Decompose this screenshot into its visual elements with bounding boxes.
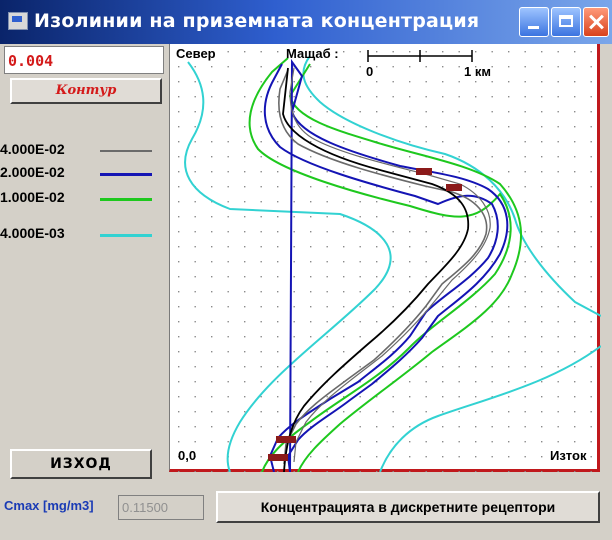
cmax-field: 0.11500 bbox=[118, 495, 204, 520]
legend-item: 2.000E-02 bbox=[0, 164, 160, 184]
close-button[interactable] bbox=[583, 7, 609, 37]
legend-line-swatch bbox=[100, 234, 152, 237]
legend-label: 2.000E-02 bbox=[0, 164, 65, 180]
cmax-label: Cmax [mg/m3] bbox=[4, 498, 94, 513]
maximize-button[interactable] bbox=[551, 7, 581, 37]
grid-dots bbox=[170, 44, 601, 472]
origin-label: 0,0 bbox=[178, 448, 197, 463]
source-marker bbox=[276, 436, 296, 443]
scale-label: Мащаб : bbox=[286, 46, 339, 61]
legend-label: 1.000E-02 bbox=[0, 189, 65, 205]
east-label: Изток bbox=[550, 448, 587, 463]
app-icon bbox=[8, 12, 28, 30]
legend-item: 4.000E-03 bbox=[0, 225, 160, 245]
window-title: Изолинии на приземната концентрация bbox=[34, 10, 480, 32]
contour-plot-canvas bbox=[170, 44, 601, 472]
receptors-button[interactable]: Концентрацията в дискретните рецептори bbox=[216, 491, 600, 523]
concentration-window: Изолинии на приземната концентрация 0.00… bbox=[0, 0, 612, 540]
legend-label: 4.000E-02 bbox=[0, 141, 65, 157]
scale-zero-label: 0 bbox=[366, 64, 374, 79]
source-marker bbox=[268, 454, 288, 461]
legend-line-swatch bbox=[100, 198, 152, 201]
legend-item: 1.000E-02 bbox=[0, 189, 160, 209]
legend-line-swatch bbox=[100, 150, 152, 152]
title-bar[interactable]: Изолинии на приземната концентрация bbox=[0, 0, 612, 44]
source-marker bbox=[446, 184, 462, 191]
legend-line-swatch bbox=[100, 173, 152, 176]
source-marker bbox=[416, 168, 432, 175]
scale-one-km-label: 1 км bbox=[464, 64, 491, 79]
exit-button[interactable]: ИЗХОД bbox=[10, 449, 152, 479]
contour-plot[interactable]: Север Мащаб : 0 1 км 0,0 Изток bbox=[169, 44, 601, 472]
legend-label: 4.000E-03 bbox=[0, 225, 65, 241]
north-label: Север bbox=[176, 46, 216, 61]
minimize-button[interactable] bbox=[519, 7, 549, 37]
contour-button[interactable]: Контур bbox=[10, 78, 162, 104]
legend-item: 4.000E-02 bbox=[0, 141, 160, 161]
contour-value-field[interactable]: 0.004 bbox=[4, 46, 164, 74]
